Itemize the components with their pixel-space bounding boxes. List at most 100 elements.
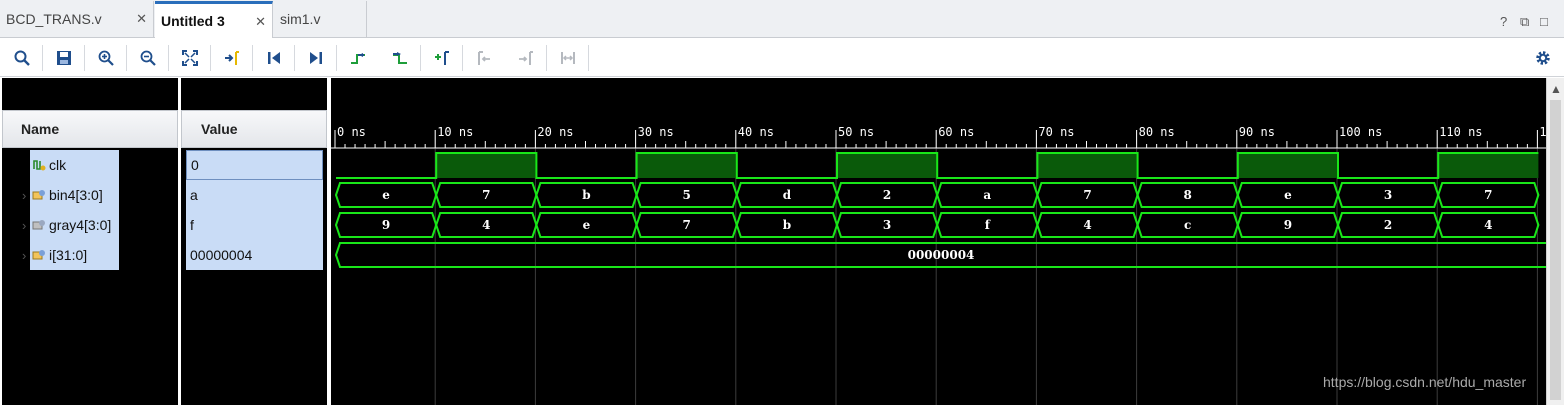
clk-high-pulse [1438,153,1539,178]
save-icon[interactable] [51,46,77,70]
bin4-value-label: b [582,188,590,202]
tab-bcd-trans[interactable]: BCD_TRANS.v ✕ [0,1,154,37]
clk-high-pulse [1037,153,1138,178]
tab-sim1[interactable]: sim1.v [274,1,367,37]
signal-value-i[interactable]: 00000004 [186,240,323,270]
gray4-value-label: 3 [883,218,891,232]
gray4-value-label: c [1184,218,1191,232]
tick-label: 20 ns [537,125,573,139]
gray4-value-label: 9 [382,218,390,232]
next-transition-icon[interactable] [387,46,413,70]
zoom-fit-icon[interactable] [177,46,203,70]
signal-name-clk[interactable]: clk [30,150,119,180]
close-icon[interactable]: ✕ [255,14,266,30]
tick-label: 110 ns [1439,125,1482,139]
scrollbar-thumb[interactable] [1550,100,1561,400]
signal-value-bin4[interactable]: a [186,180,323,210]
tab-label: BCD_TRANS.v [6,11,102,27]
zoom-out-icon[interactable] [135,46,161,70]
tab-bar: BCD_TRANS.v ✕ Untitled 3 ✕ sim1.v ? ⧉ □ [0,0,1564,38]
bin4-value-label: e [1284,188,1292,202]
signal-value-clk[interactable]: 0 [186,150,323,180]
waveform-toolbar [0,39,1564,77]
bin4-value-label: 3 [1384,188,1392,202]
tick-label: 10 ns [437,125,473,139]
signal-value-label: 00000004 [190,247,253,263]
maximize-icon[interactable]: □ [1540,14,1548,29]
bin4-value-label: e [382,188,390,202]
waveform-canvas[interactable]: 0 ns 10 ns 20 ns 30 ns 40 ns 50 ns 60 ns 70 ns 8… [331,78,1546,405]
close-icon[interactable]: ✕ [136,11,147,27]
help-icon[interactable]: ? [1500,14,1507,29]
gray4-value-label: 4 [482,218,490,232]
signal-name-label: i[31:0] [49,247,88,263]
gray4-value-label: 2 [1384,218,1392,232]
tick-label: 50 ns [838,125,874,139]
signal-value-label: a [190,187,198,203]
waveform-viewer: Name Value clk 0 › bin4[3:0] a › gray4[3… [0,78,1564,405]
tick-label: 1 [1539,125,1546,139]
clk-high-pulse [636,153,737,178]
gray4-value-label: 4 [1083,218,1091,232]
signal-name-label: bin4[3:0] [49,187,103,203]
expand-bin4-icon[interactable]: › [10,180,30,210]
vertical-scrollbar[interactable]: ▲ [1546,78,1564,405]
gray4-value-label: b [783,218,791,232]
settings-icon[interactable] [1530,46,1556,70]
tick-label: 80 ns [1139,125,1175,139]
add-marker-icon[interactable] [429,46,455,70]
bin4-value-label: 5 [683,188,691,202]
tab-label: Untitled 3 [161,13,225,29]
i-value-label: 00000004 [908,248,975,262]
go-to-last-time-icon[interactable] [303,46,329,70]
signal-value-gray4[interactable]: f [186,210,323,240]
signal-value-label: 0 [191,157,199,173]
value-column-header[interactable]: Value [181,110,327,148]
gray4-value-label: 7 [683,218,691,232]
scroll-up-icon[interactable]: ▲ [1550,82,1562,96]
signal-name-bin4[interactable]: bin4[3:0] [30,180,119,210]
go-to-time-zero-icon[interactable] [261,46,287,70]
previous-marker-icon[interactable] [471,46,497,70]
signal-name-i[interactable]: i[31:0] [30,240,119,270]
bin4-value-label: 2 [883,188,891,202]
gray4-value-label: f [985,218,991,232]
bus-signal-icon [32,220,45,230]
search-icon[interactable] [9,46,35,70]
bin4-value-label: 8 [1184,188,1192,202]
next-marker-icon[interactable] [513,46,539,70]
bin4-value-label: d [783,188,792,202]
tab-untitled-3[interactable]: Untitled 3 ✕ [155,1,273,38]
clk-high-pulse [1237,153,1338,178]
zoom-in-icon[interactable] [93,46,119,70]
clk-high-pulse [436,153,537,178]
watermark: https://blog.csdn.net/hdu_master [1323,374,1527,390]
bin4-value-label: 7 [1484,188,1492,202]
tick-label: 40 ns [738,125,774,139]
tick-label: 100 ns [1339,125,1382,139]
signal-name-label: gray4[3:0] [49,217,112,233]
tick-label: 60 ns [938,125,974,139]
bin4-value-label: 7 [1083,188,1091,202]
waveform-svg: 0 ns 10 ns 20 ns 30 ns 40 ns 50 ns 60 ns 70 ns 8… [331,125,1546,405]
gray4-value-label: 4 [1484,218,1492,232]
bus-signal-icon [32,250,45,260]
clk-high-pulse [837,153,938,178]
tick-label: 30 ns [638,125,674,139]
tick-label: 70 ns [1038,125,1074,139]
restore-icon[interactable]: ⧉ [1520,14,1529,30]
swap-cursors-icon[interactable] [555,46,581,70]
expand-i-icon[interactable]: › [10,240,30,270]
tab-label: sim1.v [280,11,321,27]
gray4-value-label: 9 [1284,218,1292,232]
signal-name-gray4[interactable]: gray4[3:0] [30,210,119,240]
expand-gray4-icon[interactable]: › [10,210,30,240]
previous-transition-icon[interactable] [345,46,371,70]
name-column-header[interactable]: Name [2,110,178,148]
tick-label: 0 ns [337,125,366,139]
go-to-cursor-icon[interactable] [219,46,245,70]
bit-signal-icon [33,160,46,171]
bin4-value-label: a [983,188,991,202]
tick-label: 90 ns [1239,125,1275,139]
bin4-value-label: 7 [482,188,490,202]
